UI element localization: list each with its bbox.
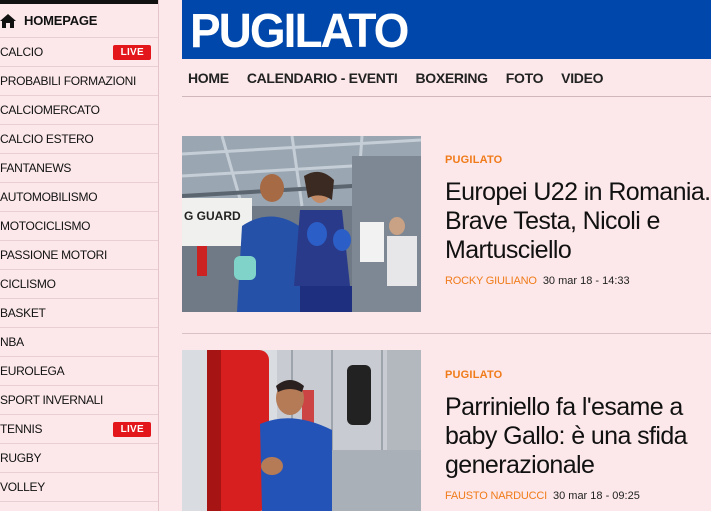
live-badge[interactable]: LIVE — [112, 421, 151, 437]
sidebar-item-passione-motori[interactable]: PASSIONE MOTORI — [0, 241, 158, 270]
sidebar-item-label: FANTANEWS — [0, 161, 72, 175]
sidebar-item-volley[interactable]: VOLLEY — [0, 473, 158, 502]
article-meta: ROCKY GIULIANO 30 mar 18 - 14:33 — [445, 275, 711, 287]
article-image[interactable]: G GUARD — [182, 136, 421, 312]
sidebar-item-tennis[interactable]: TENNIS LIVE — [0, 415, 158, 444]
article-author[interactable]: ROCKY GIULIANO — [445, 275, 537, 287]
nav-video[interactable]: VIDEO — [561, 70, 603, 86]
sidebar-item-label: CALCIOMERCATO — [0, 103, 100, 117]
article-card[interactable]: PUGILATO Parriniello fa l'esame a baby G… — [182, 350, 711, 511]
article-card[interactable]: G GUARD PUGILATO Europei U22 in Romania.… — [182, 136, 711, 316]
article-meta: FAUSTO NARDUCCI 30 mar 18 - 09:25 — [445, 490, 711, 502]
section-nav: HOME CALENDARIO - EVENTI BOXERING FOTO V… — [182, 59, 711, 97]
sidebar-item-label: SPORT INVERNALI — [0, 393, 104, 407]
banner-text: G GUARD — [184, 209, 241, 223]
sidebar-homepage-link[interactable]: HOMEPAGE — [0, 4, 158, 38]
sidebar-item-calcio-estero[interactable]: CALCIO ESTERO — [0, 125, 158, 154]
sidebar-item-automobilismo[interactable]: AUTOMOBILISMO — [0, 183, 158, 212]
sidebar-item-label: MOTOCICLISMO — [0, 219, 91, 233]
sidebar-item-sport-invernali[interactable]: SPORT INVERNALI — [0, 386, 158, 415]
sidebar-item-label: CALCIO ESTERO — [0, 132, 94, 146]
sidebar-item-fantanews[interactable]: FANTANEWS — [0, 154, 158, 183]
sidebar-item-motociclismo[interactable]: MOTOCICLISMO — [0, 212, 158, 241]
nav-home[interactable]: HOME — [188, 70, 229, 86]
section-header: PUGILATO — [182, 0, 711, 59]
nav-foto[interactable]: FOTO — [506, 70, 544, 86]
sidebar: HOMEPAGE CALCIO LIVE PROBABILI FORMAZIONI C… — [0, 0, 159, 511]
sidebar-item-label: VOLLEY — [0, 480, 45, 494]
sidebar-item-label: BASKET — [0, 306, 46, 320]
nav-calendario-eventi[interactable]: CALENDARIO - EVENTI — [247, 70, 398, 86]
main-content: PUGILATO HOME CALENDARIO - EVENTI BOXERI… — [182, 0, 711, 511]
sidebar-item-ciclismo[interactable]: CICLISMO — [0, 270, 158, 299]
sidebar-item-label: TENNIS — [0, 422, 43, 436]
article-date: 30 mar 18 - 14:33 — [542, 275, 630, 287]
article-divider — [182, 333, 711, 334]
sidebar-homepage-label: HOMEPAGE — [24, 13, 98, 28]
sidebar-item-rugby[interactable]: RUGBY — [0, 444, 158, 473]
article-kicker[interactable]: PUGILATO — [445, 154, 711, 166]
nav-boxering[interactable]: BOXERING — [415, 70, 488, 86]
sidebar-item-label: EUROLEGA — [0, 364, 65, 378]
article-date: 30 mar 18 - 09:25 — [552, 490, 640, 502]
sidebar-item-calciomercato[interactable]: CALCIOMERCATO — [0, 96, 158, 125]
sidebar-item-label: NBA — [0, 335, 24, 349]
sidebar-item-basket[interactable]: BASKET — [0, 299, 158, 328]
sidebar-item-label: PASSIONE MOTORI — [0, 248, 108, 262]
sidebar-item-calcio[interactable]: CALCIO LIVE — [0, 38, 158, 67]
sidebar-item-label: AUTOMOBILISMO — [0, 190, 98, 204]
sidebar-item-label: PROBABILI FORMAZIONI — [0, 74, 137, 88]
article-headline[interactable]: Parriniello fa l'esame a baby Gallo: è u… — [445, 393, 711, 480]
sidebar-item-probabili-formazioni[interactable]: PROBABILI FORMAZIONI — [0, 67, 158, 96]
article-kicker[interactable]: PUGILATO — [445, 369, 711, 381]
sidebar-item-eurolega[interactable]: EUROLEGA — [0, 357, 158, 386]
live-badge[interactable]: LIVE — [112, 44, 151, 60]
sidebar-item-label: RUGBY — [0, 451, 42, 465]
section-title[interactable]: PUGILATO — [190, 2, 409, 59]
article-author[interactable]: FAUSTO NARDUCCI — [445, 490, 547, 502]
article-headline[interactable]: Europei U22 in Romania. Brave Testa, Nic… — [445, 178, 711, 265]
article-image[interactable] — [182, 350, 421, 511]
home-icon — [0, 13, 16, 28]
sidebar-item-nba[interactable]: NBA — [0, 328, 158, 357]
sidebar-item-label: CICLISMO — [0, 277, 56, 291]
sidebar-item-label: CALCIO — [0, 45, 43, 59]
